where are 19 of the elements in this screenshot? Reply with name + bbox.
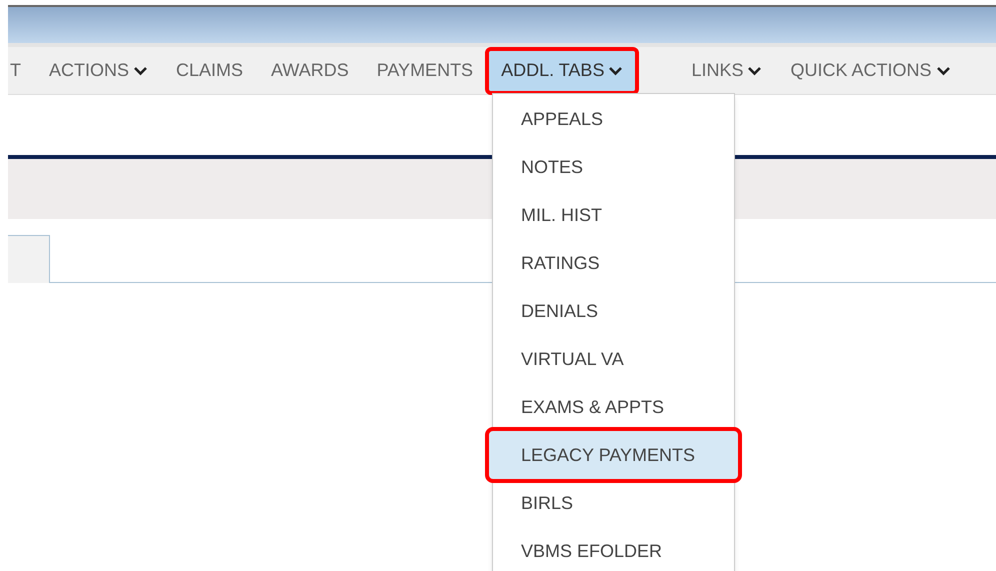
nav-tab[interactable]: AWARDS xyxy=(257,48,363,92)
menu-item[interactable]: VIRTUAL VA xyxy=(493,335,734,383)
menu-item[interactable]: APPEALS xyxy=(493,95,734,143)
nav-tab[interactable]: T xyxy=(0,48,35,92)
nav-tab[interactable]: LINKS xyxy=(677,48,776,92)
menu-item[interactable]: MIL. HIST xyxy=(493,191,734,239)
nav-tab[interactable]: PAYMENTS xyxy=(362,48,488,92)
menu-item[interactable]: VBMS EFOLDER xyxy=(493,527,734,571)
menu-item[interactable]: LEGACY PAYMENTS xyxy=(489,431,738,479)
tab[interactable] xyxy=(8,235,50,283)
nav-tab[interactable]: QUICK ACTIONS xyxy=(776,48,965,92)
menu-item[interactable]: EXAMS & APPTS xyxy=(493,383,734,431)
menu-item[interactable]: NOTES xyxy=(493,143,734,191)
menu-item[interactable]: DENIALS xyxy=(493,287,734,335)
menu-item[interactable]: RATINGS xyxy=(493,239,734,287)
nav-tab[interactable]: CLAIMS xyxy=(162,48,258,92)
nav-tab[interactable]: ACTIONS xyxy=(35,48,162,92)
nav-tab[interactable]: ADDL. TABS xyxy=(487,48,638,92)
menu-item[interactable]: BIRLS xyxy=(493,479,734,527)
